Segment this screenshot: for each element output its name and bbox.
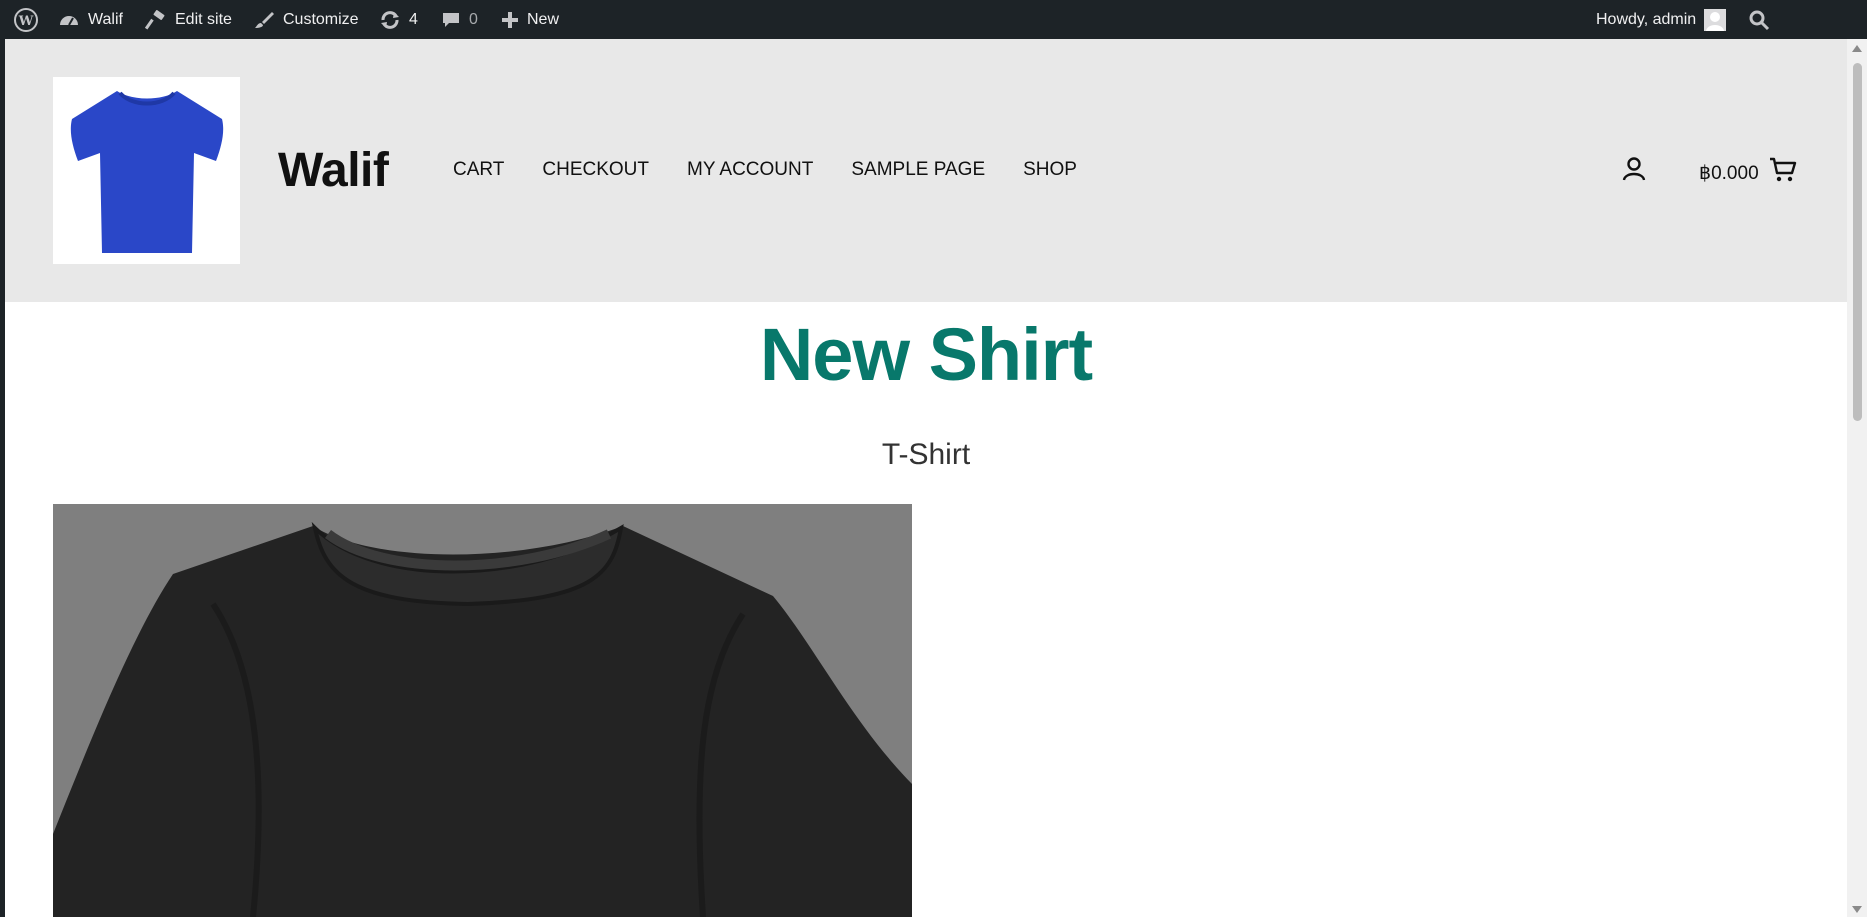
site-name-label: Walif <box>88 10 123 28</box>
new-content-menu[interactable]: New <box>501 0 559 39</box>
my-account-menu[interactable]: Howdy, admin <box>1596 0 1727 39</box>
admin-search[interactable] <box>1748 0 1778 39</box>
wp-logo-menu[interactable]: W <box>14 0 46 39</box>
nav-item-checkout[interactable]: CHECKOUT <box>542 159 649 181</box>
edit-site-link[interactable]: Edit site <box>145 0 232 39</box>
site-header: Walif CART CHECKOUT MY ACCOUNT SAMPLE PA… <box>5 39 1847 302</box>
primary-navigation: CART CHECKOUT MY ACCOUNT SAMPLE PAGE SHO… <box>453 159 1077 181</box>
scroll-down-arrow-icon[interactable] <box>1852 906 1862 913</box>
search-icon <box>1748 9 1770 31</box>
product-image[interactable] <box>53 504 912 917</box>
comment-icon <box>441 10 461 30</box>
logo-tshirt-icon <box>70 91 223 253</box>
header-cart[interactable]: ฿0.000 <box>1699 157 1797 189</box>
product-tshirt-image <box>53 521 912 917</box>
user-account-icon[interactable] <box>1621 156 1647 187</box>
site-logo[interactable] <box>53 77 240 264</box>
nav-item-sample-page[interactable]: SAMPLE PAGE <box>851 159 985 181</box>
customize-label: Customize <box>283 10 359 28</box>
avatar-icon <box>1704 8 1727 31</box>
refresh-icon <box>379 10 401 30</box>
comments-count: 0 <box>469 10 478 28</box>
site-title[interactable]: Walif <box>278 143 389 198</box>
paintbrush-icon <box>253 10 275 30</box>
site-name-menu[interactable]: Walif <box>58 0 123 39</box>
page-title: New Shirt <box>759 313 1093 396</box>
customize-link[interactable]: Customize <box>253 0 359 39</box>
nav-item-my-account[interactable]: MY ACCOUNT <box>687 159 813 181</box>
admin-bar: W Walif Edit site Customize 4 0 New Howd… <box>0 0 1867 39</box>
vertical-scrollbar[interactable] <box>1847 39 1867 917</box>
howdy-label: Howdy, admin <box>1596 10 1697 28</box>
edit-site-label: Edit site <box>175 10 232 28</box>
nav-item-cart[interactable]: CART <box>453 159 504 181</box>
scroll-up-arrow-icon[interactable] <box>1852 45 1862 52</box>
hammer-icon <box>145 9 167 30</box>
updates-link[interactable]: 4 <box>379 0 418 39</box>
comments-link[interactable]: 0 <box>441 0 478 39</box>
cart-amount: ฿0.000 <box>1699 162 1759 184</box>
wordpress-icon: W <box>14 7 38 32</box>
cart-icon <box>1769 157 1797 189</box>
dashboard-icon <box>58 10 80 30</box>
nav-item-shop[interactable]: SHOP <box>1023 159 1077 181</box>
plus-icon <box>501 11 519 29</box>
svg-text:W: W <box>18 14 34 29</box>
new-label: New <box>527 10 560 28</box>
page-subtitle: T-Shirt <box>881 438 971 471</box>
scrollbar-thumb[interactable] <box>1853 63 1862 421</box>
updates-count: 4 <box>409 10 418 28</box>
